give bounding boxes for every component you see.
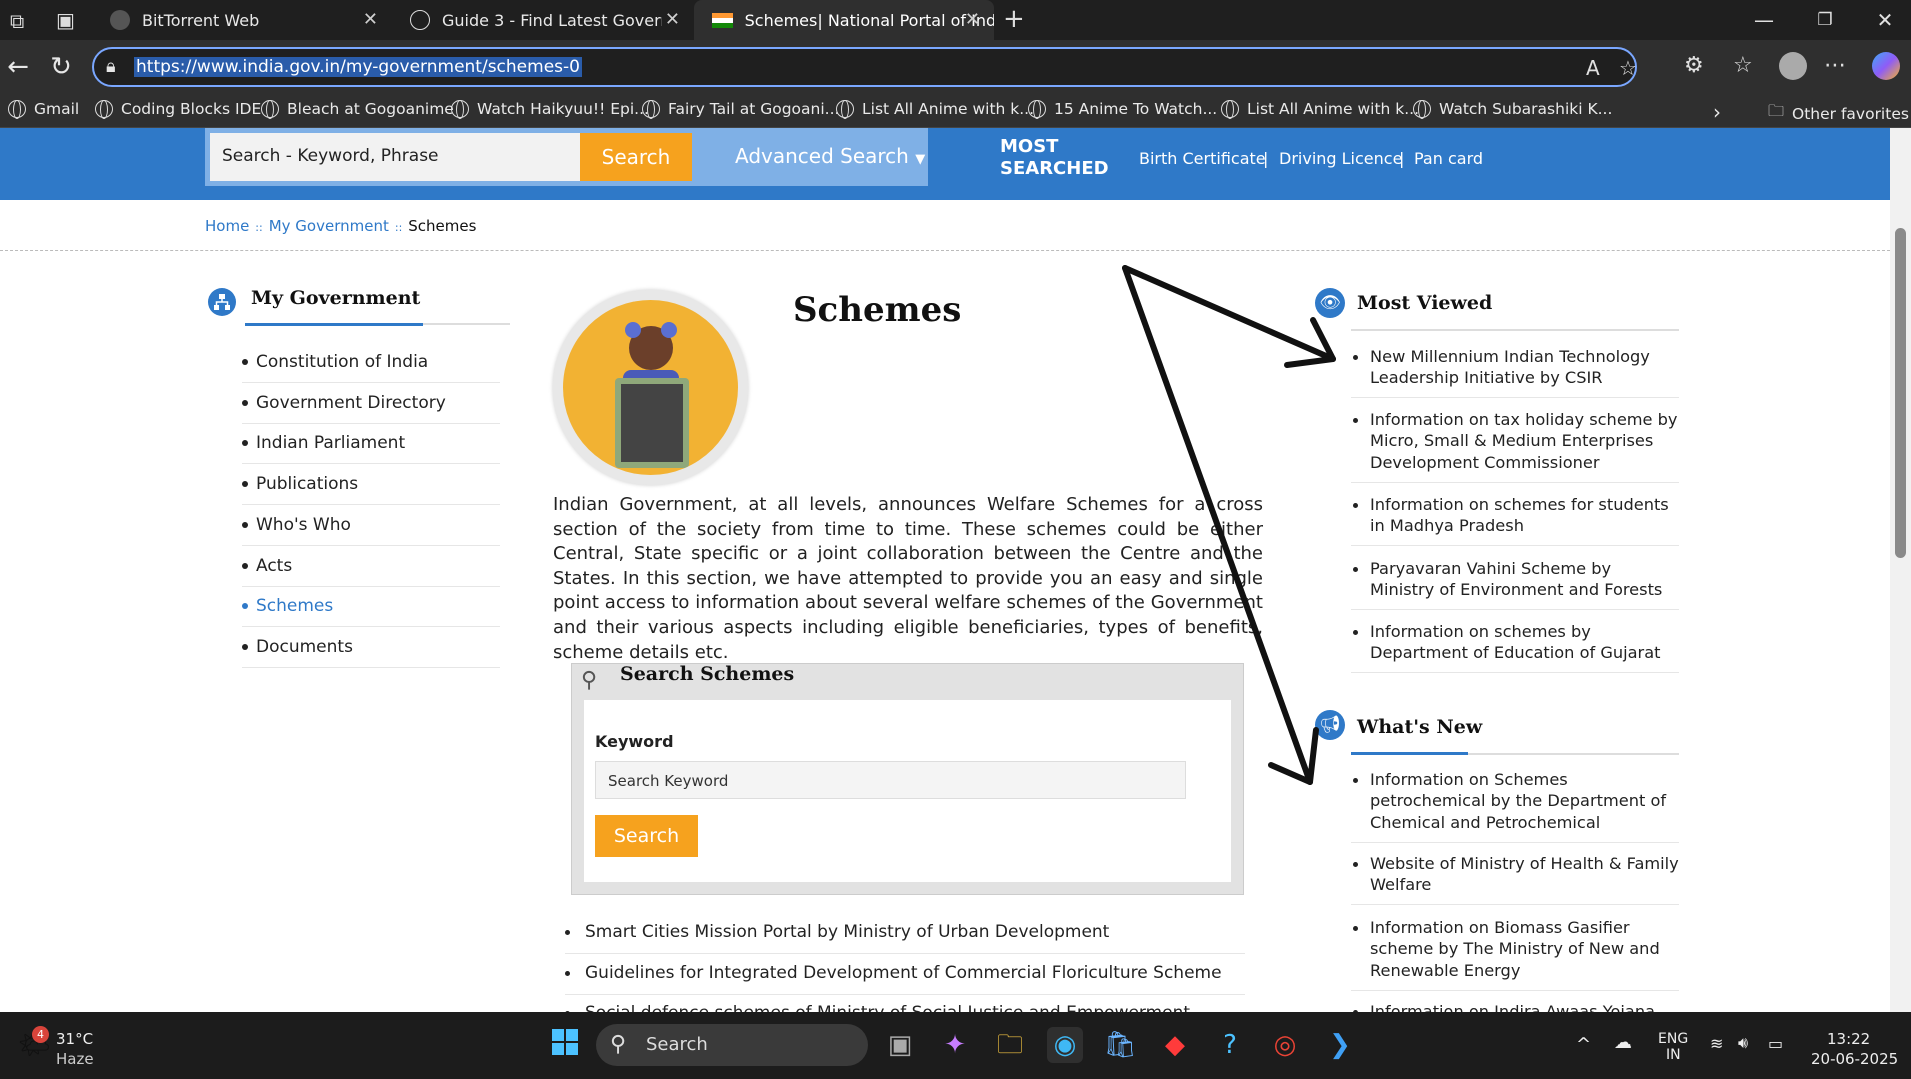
search-icon: ⚲ bbox=[610, 1032, 627, 1057]
battery-icon[interactable]: ▭ bbox=[1768, 1034, 1783, 1053]
weather-temp[interactable]: 31°C bbox=[56, 1030, 93, 1048]
windows-start-icon[interactable] bbox=[547, 1027, 583, 1063]
app-red-icon[interactable]: ◆ bbox=[1157, 1027, 1193, 1063]
cloud-icon[interactable]: ☁ bbox=[1614, 1032, 1632, 1053]
tray-chevron-icon[interactable]: ^ bbox=[1576, 1034, 1591, 1055]
edge-browser-icon[interactable]: ◉ bbox=[1047, 1027, 1083, 1063]
file-explorer-icon[interactable]: 🗀 bbox=[992, 1027, 1028, 1063]
help-icon[interactable]: ? bbox=[1212, 1027, 1248, 1063]
taskbar-search[interactable]: ⚲ Search bbox=[596, 1024, 868, 1066]
windows-taskbar: 🌤︎ 4 31°C Haze ⚲ Search ▣ ✦ 🗀 ◉ 🛍︎ ◆ ? ◎ … bbox=[0, 1012, 1911, 1079]
weather-badge: 4 bbox=[32, 1026, 49, 1043]
clock-time[interactable]: 13:22 bbox=[1827, 1030, 1870, 1048]
wifi-icon[interactable]: ≋ bbox=[1710, 1034, 1723, 1053]
task-view-icon[interactable]: ▣ bbox=[882, 1027, 918, 1063]
language-indicator[interactable]: ENG IN bbox=[1658, 1031, 1688, 1063]
store-icon[interactable]: 🛍︎ bbox=[1102, 1027, 1138, 1063]
weather-desc: Haze bbox=[56, 1050, 94, 1068]
clock-date[interactable]: 20-06-2025 bbox=[1811, 1050, 1898, 1068]
volume-icon[interactable]: 🔊︎ bbox=[1738, 1033, 1748, 1053]
drawn-arrows-annotation bbox=[1122, 265, 1336, 785]
copilot-app-icon[interactable]: ✦ bbox=[937, 1027, 973, 1063]
chrome-icon[interactable]: ◎ bbox=[1267, 1027, 1303, 1063]
scrollbar-thumb[interactable] bbox=[1895, 228, 1906, 558]
vscode-icon[interactable]: ❯ bbox=[1322, 1027, 1358, 1063]
page-scrollbar[interactable] bbox=[1890, 128, 1911, 1012]
